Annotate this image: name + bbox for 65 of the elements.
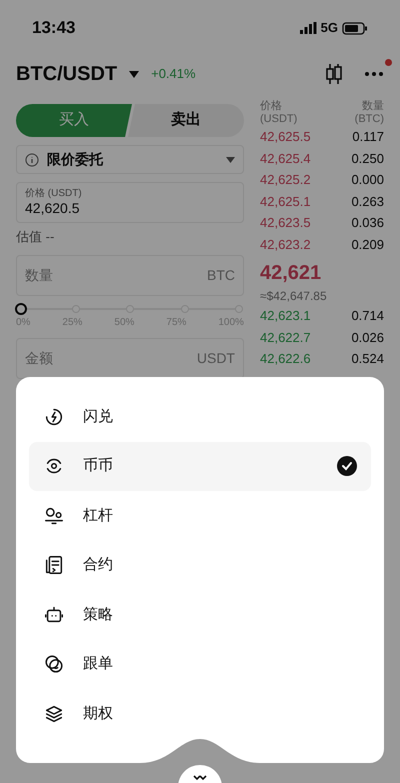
bid-amount: 0.026: [351, 328, 384, 346]
total-placeholder: 金额: [25, 348, 53, 368]
price-field-label: 价格 (USDT): [25, 188, 83, 200]
bid-amount: 0.524: [351, 350, 384, 368]
bid-price: 42,623.1: [260, 307, 311, 325]
last-price: 42,621: [260, 261, 322, 286]
column-header: 价格: [260, 100, 283, 113]
pair-title[interactable]: BTC/USDT: [16, 59, 118, 89]
order-type-label: 限价委托: [47, 150, 104, 169]
ask-amount: 0.263: [351, 192, 384, 210]
amount-placeholder: 数量: [25, 266, 53, 284]
bid-price: 42,622.7: [260, 328, 311, 346]
document-icon: [43, 554, 65, 576]
menu-item-label: 币币: [83, 456, 114, 476]
slider-thumb[interactable]: [15, 302, 27, 314]
ask-price: 42,625.2: [260, 171, 311, 189]
ask-amount: 0.000: [351, 171, 384, 189]
battery-icon: [342, 22, 368, 34]
ask-price: 42,623.5: [260, 214, 311, 232]
price-field[interactable]: 价格 (USDT) 42,620.5: [16, 182, 244, 223]
last-price-usd: ≈$42,647.85: [260, 288, 328, 305]
ask-amount: 0.117: [352, 128, 384, 146]
price-field-value: 42,620.5: [25, 200, 80, 218]
ask-amount: 0.250: [351, 150, 384, 168]
menu-item[interactable]: 杠杆: [29, 491, 371, 540]
ask-price: 42,625.4: [260, 150, 311, 168]
column-header: (BTC): [354, 113, 384, 126]
menu-item[interactable]: 跟单: [29, 640, 371, 689]
network-label: 5G: [320, 19, 338, 38]
overlapping-circles-icon: [43, 653, 65, 676]
menu-item[interactable]: 期权: [29, 689, 371, 738]
candlestick-icon[interactable]: [324, 63, 344, 85]
price-change: +0.41%: [151, 65, 196, 84]
ask-amount: 0.036: [351, 214, 384, 232]
menu-item-label: 期权: [83, 704, 114, 724]
ask-price: 42,625.1: [260, 192, 311, 210]
column-header: 数量: [362, 100, 384, 113]
ask-amount: 0.209: [351, 236, 384, 254]
caret-icon[interactable]: [129, 70, 140, 78]
ask-price: 42,623.2: [260, 236, 311, 254]
chevron-icon: [193, 775, 207, 782]
order-type-select[interactable]: 限价委托: [16, 145, 244, 174]
estimate-label: 估值 --: [16, 228, 56, 246]
status-time: 13:43: [32, 17, 76, 40]
menu-item[interactable]: 币币: [29, 442, 371, 491]
signal-icon: [300, 22, 317, 34]
menu-item[interactable]: 合约: [29, 540, 371, 590]
column-header: (USDT): [260, 113, 298, 126]
total-unit: USDT: [196, 348, 235, 368]
dropdown-icon: [226, 156, 235, 162]
bid-amount: 0.714: [351, 307, 384, 325]
menu-item-label: 杠杆: [83, 506, 114, 526]
ask-price: 42,625.5: [260, 128, 311, 146]
menu-item-label: 策略: [83, 604, 114, 624]
menu-item-label: 跟单: [83, 654, 114, 674]
trade-tab[interactable]: 卖出: [128, 104, 244, 137]
menu-item-label: 合约: [83, 555, 114, 575]
bid-price: 42,622.6: [260, 350, 311, 368]
amount-unit: BTC: [207, 266, 235, 284]
menu-item[interactable]: 闪兑: [29, 392, 371, 442]
check-circle-icon: [337, 456, 357, 476]
more-icon[interactable]: [364, 71, 384, 77]
menu-item[interactable]: 策略: [29, 590, 371, 640]
menu-item-label: 闪兑: [83, 406, 114, 426]
info-icon: [25, 152, 39, 166]
